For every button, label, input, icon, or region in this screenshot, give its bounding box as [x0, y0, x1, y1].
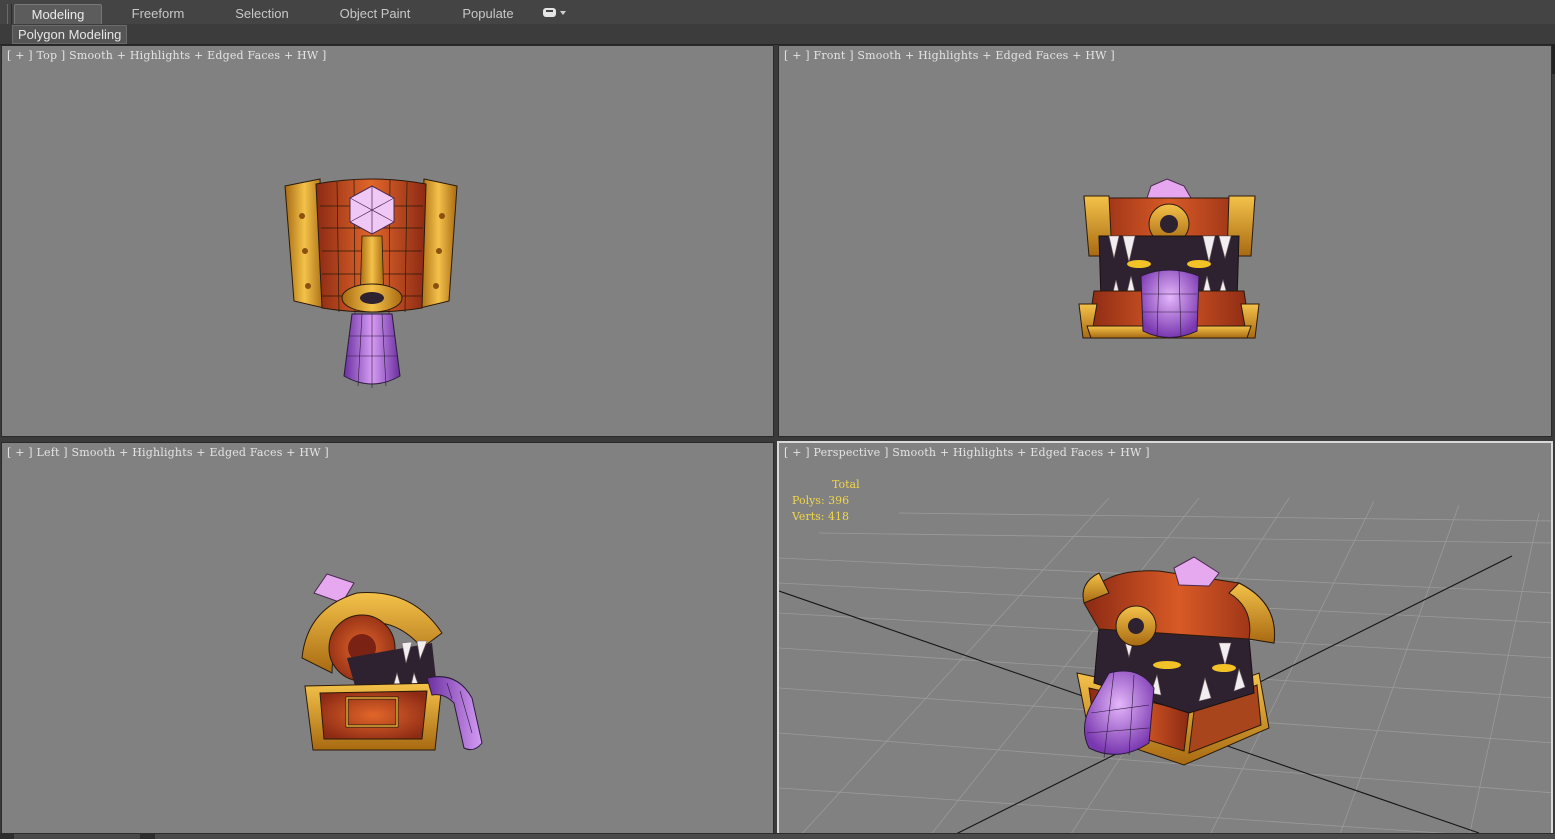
tab-freeform[interactable]: Freeform: [118, 4, 198, 23]
perspective-scene: [779, 497, 1551, 833]
tab-modeling[interactable]: Modeling: [14, 4, 102, 24]
viewport-perspective[interactable]: [ + ] Perspective ] Smooth + Highlights …: [777, 441, 1553, 835]
bottom-status-strip: [0, 833, 1555, 839]
ribbon-options-dropdown[interactable]: [543, 8, 567, 20]
bottom-strip-segment[interactable]: [14, 834, 140, 839]
tab-populate[interactable]: Populate: [450, 4, 526, 23]
chest-model-left-view: [301, 573, 483, 751]
chest-model-front-view: [1078, 178, 1260, 339]
tab-selection[interactable]: Selection: [222, 4, 302, 23]
polygon-modeling-panel-button[interactable]: Polygon Modeling: [12, 25, 128, 44]
tab-object-paint[interactable]: Object Paint: [330, 4, 420, 23]
chevron-down-icon: [560, 11, 566, 15]
ribbon-toggle-icon: [543, 8, 556, 17]
ribbon-panel-row: Polygon Modeling: [0, 24, 1555, 45]
viewport-left[interactable]: [ + ] Left ] Smooth + Highlights + Edged…: [1, 442, 774, 834]
viewport-front[interactable]: [ + ] Front ] Smooth + Highlights + Edge…: [778, 45, 1552, 437]
chest-model-top-view: [284, 178, 458, 388]
viewport-top[interactable]: [ + ] Top ] Smooth + Highlights + Edged …: [1, 45, 774, 437]
ribbon-tab-bar: Modeling Freeform Selection Object Paint…: [0, 0, 1555, 38]
bottom-strip-segment[interactable]: [155, 834, 1555, 839]
